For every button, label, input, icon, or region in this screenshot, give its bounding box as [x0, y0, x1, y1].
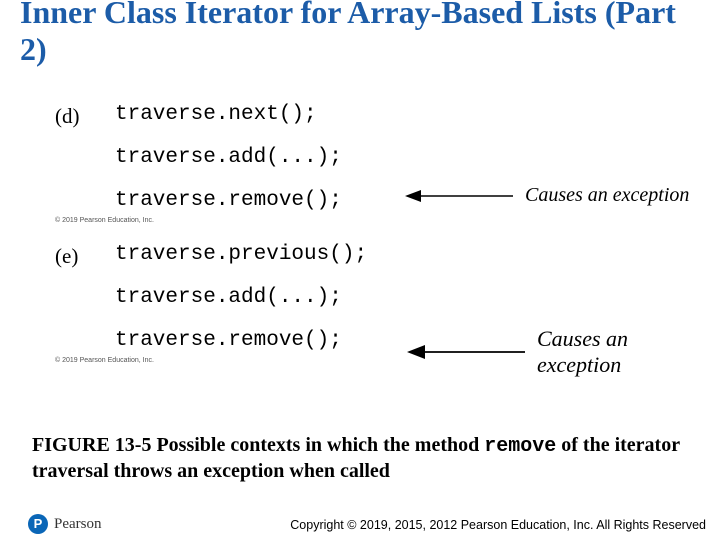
- exception-text: Causes an exception: [525, 184, 689, 207]
- arrow-left-icon: [405, 186, 515, 206]
- figure-area: (d) traverse.next(); traverse.add(...); …: [55, 104, 695, 378]
- footer-copyright: Copyright © 2019, 2015, 2012 Pearson Edu…: [290, 518, 706, 532]
- footer: P Pearson Copyright © 2019, 2015, 2012 P…: [0, 506, 720, 540]
- inline-copyright: © 2019 Pearson Education, Inc.: [55, 217, 695, 224]
- caption-mono: remove: [484, 435, 556, 458]
- pearson-logo-text: Pearson: [54, 516, 102, 533]
- arrow-left-icon: [407, 341, 527, 363]
- exception-text: Causes an exception: [537, 326, 695, 378]
- exception-annotation-d: Causes an exception: [405, 184, 689, 207]
- pearson-logo-icon: P: [28, 514, 48, 534]
- slide: Inner Class Iterator for Array-Based Lis…: [0, 0, 720, 540]
- figure-caption: FIGURE 13-5 Possible contexts in which t…: [32, 433, 692, 484]
- exception-annotation-e: Causes an exception: [407, 326, 695, 378]
- caption-prefix: FIGURE 13-5 Possible contexts in which t…: [32, 434, 484, 456]
- code-line: traverse.previous();: [115, 244, 695, 265]
- pearson-logo: P Pearson: [28, 514, 102, 534]
- code-line: traverse.add(...);: [115, 287, 695, 308]
- code-line: traverse.add(...);: [115, 147, 695, 168]
- block-e: (e) traverse.previous(); traverse.add(..…: [55, 244, 695, 364]
- slide-title: Inner Class Iterator for Array-Based Lis…: [20, 0, 700, 68]
- code-line: traverse.next();: [115, 104, 695, 125]
- block-d-label: (d): [55, 104, 80, 129]
- block-e-label: (e): [55, 244, 78, 269]
- block-d: (d) traverse.next(); traverse.add(...); …: [55, 104, 695, 224]
